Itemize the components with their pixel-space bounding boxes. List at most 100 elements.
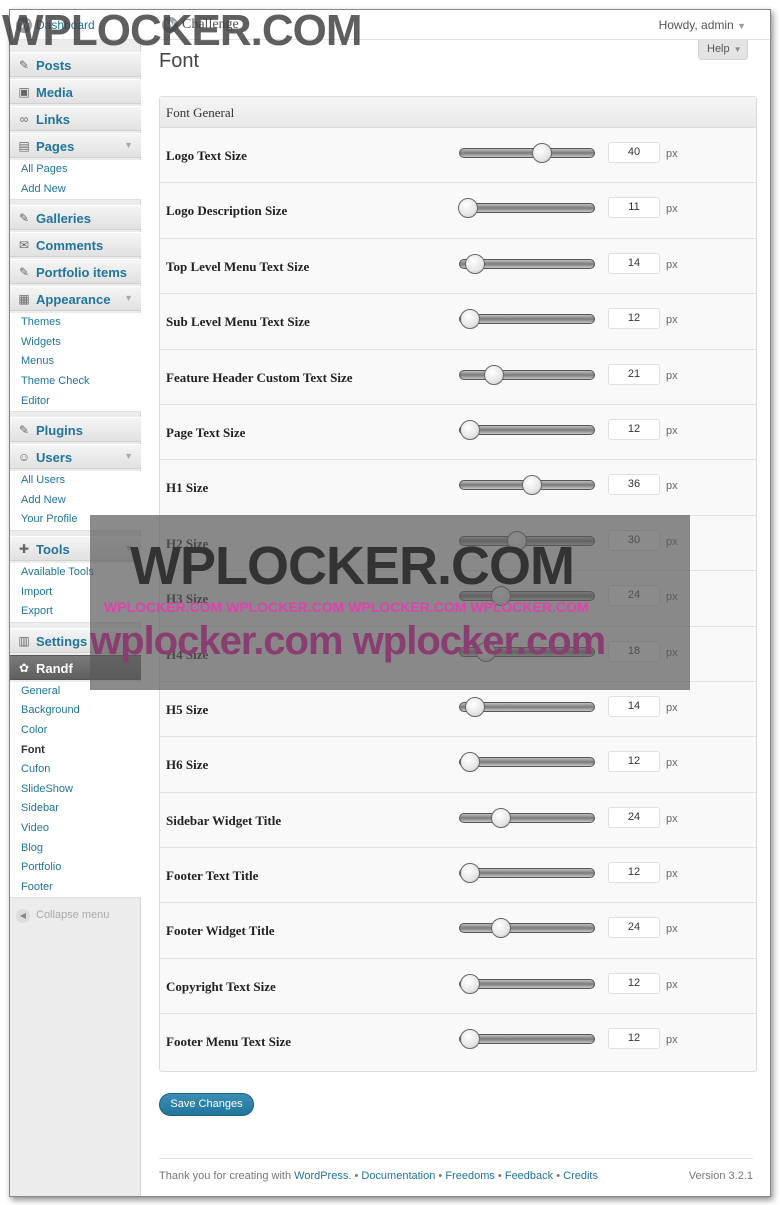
submenu-item[interactable]: Menus [10, 352, 141, 372]
font-size-row: Logo Text Size 40 px [160, 128, 756, 184]
submenu-item[interactable]: All Users [10, 471, 141, 491]
slider-handle[interactable] [522, 475, 543, 496]
size-value-input[interactable]: 12 [608, 862, 660, 884]
size-slider[interactable] [459, 807, 595, 828]
size-slider[interactable] [459, 752, 595, 773]
slider-handle[interactable] [491, 918, 512, 939]
sidebar-item-appearance[interactable]: ▦ Appearance ▼ [10, 286, 141, 312]
slider-handle[interactable] [460, 419, 481, 440]
sidebar-item-label: Posts [36, 58, 72, 73]
size-value-input[interactable]: 14 [608, 252, 660, 274]
size-value-input[interactable]: 11 [608, 197, 660, 219]
size-slider[interactable] [459, 143, 595, 163]
sidebar-item-media[interactable]: ▣ Media [10, 79, 141, 104]
tools-icon: ✚ [18, 542, 30, 556]
submenu-item[interactable]: Widgets [10, 333, 141, 353]
wordpress-link[interactable]: WordPress. [294, 1170, 351, 1182]
size-value-input[interactable]: 14 [608, 695, 660, 717]
sidebar-item-portfolio-items[interactable]: ✎ Portfolio items [10, 259, 141, 285]
size-slider[interactable] [459, 309, 595, 330]
documentation-link[interactable]: Documentation [361, 1170, 435, 1182]
slider-handle[interactable] [457, 198, 478, 219]
font-size-row: Page Text Size 12 px [160, 405, 756, 461]
slider-handle[interactable] [460, 973, 481, 994]
unit-label: px [666, 203, 678, 216]
gear-icon: ✿ [18, 660, 30, 675]
account-menu[interactable]: Howdy, admin ▼ [659, 18, 746, 32]
size-slider[interactable] [459, 1029, 595, 1050]
freedoms-link[interactable]: Freedoms [445, 1170, 495, 1182]
size-slider[interactable] [457, 198, 595, 219]
submenu-appearance: Themes Widgets Menus Theme Check Editor [10, 313, 141, 413]
pin-icon: ✎ [18, 211, 30, 226]
size-slider[interactable] [459, 918, 595, 939]
help-button[interactable]: Help ▼ [698, 40, 748, 60]
size-value-input[interactable]: 12 [608, 972, 660, 994]
sidebar-item-plugins[interactable]: ✎ Plugins [10, 417, 141, 443]
size-value-input[interactable]: 36 [608, 474, 660, 496]
submenu-item[interactable]: Add New [10, 180, 141, 200]
submenu-item[interactable]: Cufon [10, 760, 141, 780]
slider-handle[interactable] [491, 807, 512, 828]
chevron-down-icon[interactable]: ▼ [124, 293, 133, 303]
submenu-item[interactable]: Background [10, 701, 141, 721]
slider-handle[interactable] [465, 696, 486, 717]
size-value-input[interactable]: 12 [608, 418, 660, 440]
sidebar-item-users[interactable]: ☺ Users ▼ [10, 444, 141, 470]
size-value-input[interactable]: 24 [608, 806, 660, 828]
size-slider[interactable] [459, 973, 595, 994]
submenu-item[interactable]: Video [10, 819, 141, 839]
slider-handle[interactable] [483, 364, 504, 385]
chevron-down-icon[interactable]: ▼ [124, 140, 133, 150]
slider-handle[interactable] [532, 143, 553, 163]
size-value-input[interactable]: 12 [608, 308, 660, 330]
submenu-item[interactable]: Editor [10, 392, 141, 412]
size-slider[interactable] [459, 364, 595, 385]
size-value-input[interactable]: 40 [608, 142, 660, 163]
setting-label: H1 Size [166, 480, 209, 496]
size-slider[interactable] [459, 419, 595, 440]
unit-label: px [666, 701, 678, 714]
admin-footer: Thank you for creating with WordPress. •… [159, 1158, 753, 1182]
submenu-item[interactable]: Sidebar [10, 799, 141, 819]
slider-handle[interactable] [460, 1029, 481, 1050]
save-changes-button[interactable]: Save Changes [159, 1093, 254, 1116]
credits-link[interactable]: Credits [563, 1170, 598, 1182]
submenu-item[interactable]: Themes [10, 313, 141, 333]
setting-label: Sidebar Widget Title [166, 812, 282, 828]
chevron-down-icon[interactable]: ▼ [124, 451, 133, 461]
unit-label: px [666, 923, 678, 936]
submenu-item[interactable]: Portfolio [10, 858, 141, 878]
size-slider[interactable] [459, 863, 595, 884]
size-slider[interactable] [459, 475, 595, 496]
collapse-menu-button[interactable]: ◀ Collapse menu [16, 909, 109, 924]
sidebar-item-pages[interactable]: ▤ Pages ▼ [10, 133, 141, 158]
submenu-item[interactable]: Theme Check [10, 372, 141, 392]
submenu-item[interactable]: SlideShow [10, 780, 141, 800]
pages-icon: ▤ [18, 139, 30, 153]
size-slider[interactable] [459, 253, 595, 274]
submenu-item[interactable]: All Pages [10, 160, 141, 180]
submenu-item[interactable]: Font [10, 741, 141, 761]
pin-icon: ✎ [18, 58, 30, 72]
slider-handle[interactable] [460, 752, 481, 773]
size-value-input[interactable]: 12 [608, 751, 660, 773]
setting-label: Page Text Size [166, 424, 246, 440]
sidebar-item-comments[interactable]: ✉ Comments [10, 232, 141, 258]
sidebar-item-links[interactable]: ∞ Links [10, 106, 141, 131]
size-value-input[interactable]: 24 [608, 917, 660, 939]
size-slider[interactable] [459, 696, 595, 717]
submenu-item[interactable]: Footer [10, 878, 141, 898]
size-value-input[interactable]: 21 [608, 363, 660, 385]
feedback-link[interactable]: Feedback [505, 1170, 553, 1182]
submenu-item[interactable]: Add New [10, 491, 141, 511]
slider-handle[interactable] [460, 309, 481, 330]
size-value-input[interactable]: 12 [608, 1028, 660, 1050]
unit-label: px [666, 757, 678, 770]
collapse-arrow-icon: ◀ [16, 909, 30, 924]
submenu-item[interactable]: Blog [10, 839, 141, 859]
sidebar-item-galleries[interactable]: ✎ Galleries [10, 205, 141, 231]
submenu-item[interactable]: Color [10, 721, 141, 741]
slider-handle[interactable] [460, 863, 481, 884]
slider-handle[interactable] [465, 253, 486, 274]
